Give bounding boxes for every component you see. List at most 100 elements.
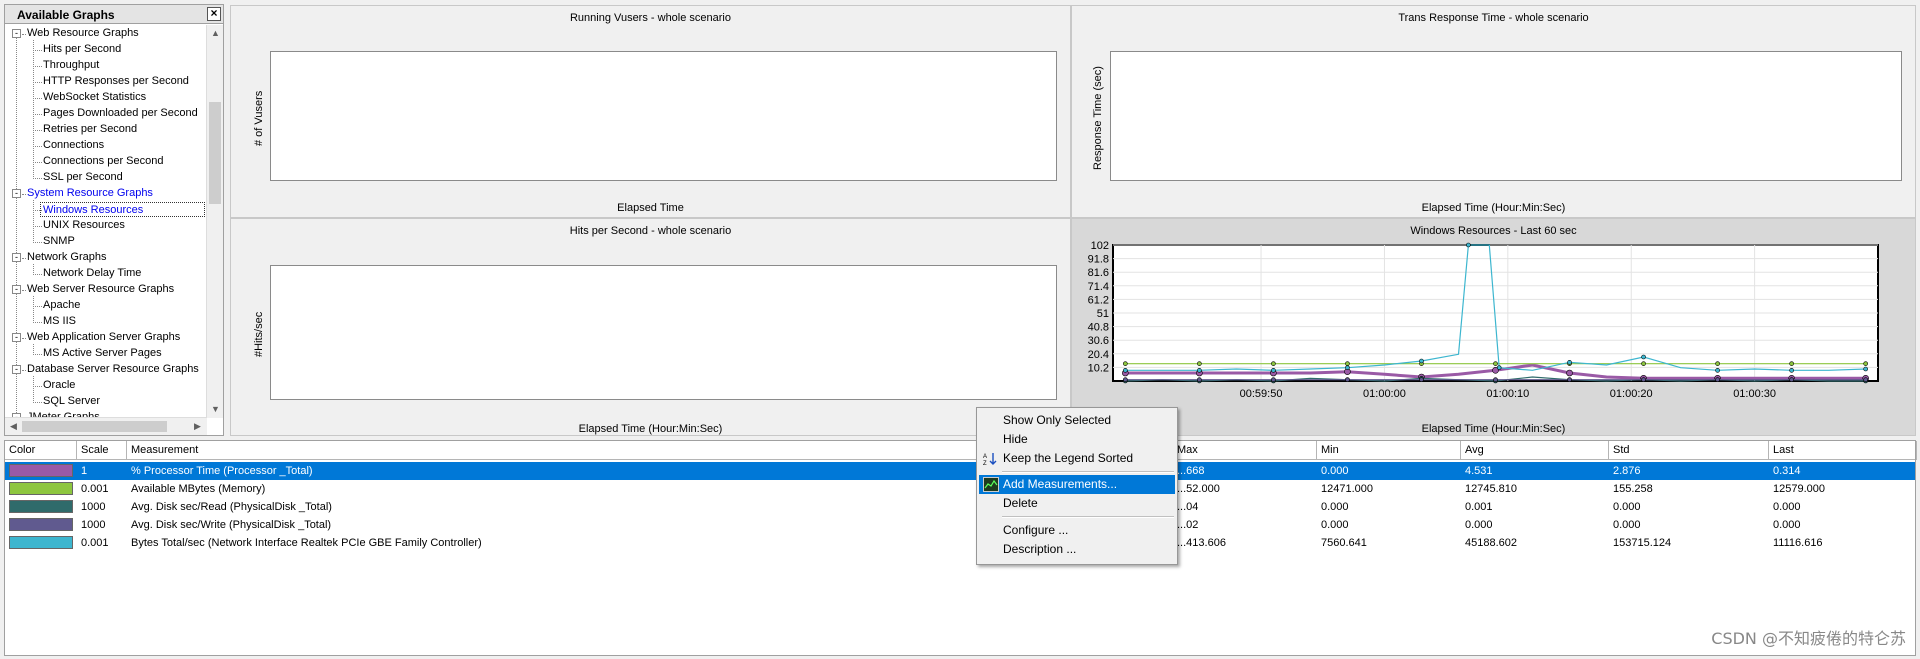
collapse-icon[interactable]: - — [12, 253, 21, 262]
data-point — [1197, 368, 1202, 373]
tree-category[interactable]: Web Application Server Graphs — [27, 330, 180, 345]
graph-title: Hits per Second - whole scenario — [569, 225, 732, 237]
legend-row[interactable]: 1% Processor Time (Processor _Total) ...6… — [5, 462, 1915, 480]
x-tick-label: 01:00:20 — [1610, 388, 1653, 400]
legend-cell-avg: 0.001 — [1465, 501, 1493, 513]
column-header-max[interactable]: Max — [1173, 441, 1317, 460]
color-swatch[interactable] — [9, 482, 73, 495]
tree-connector — [22, 194, 26, 195]
legend-table: Color Scale Measurement Max Min Avg Std Last 1%… — [4, 440, 1917, 656]
tree-item[interactable]: Retries per Second — [43, 122, 137, 137]
tree-item[interactable]: MS IIS — [43, 314, 76, 329]
tree-item[interactable]: Apache — [43, 298, 80, 313]
tree-connector — [33, 146, 42, 147]
tree-item[interactable]: Windows Resources — [40, 202, 205, 217]
legend-cell-min: 12471.000 — [1321, 483, 1373, 495]
close-icon[interactable]: × — [207, 7, 221, 21]
tree-item[interactable]: Oracle — [43, 378, 75, 393]
column-header-scale[interactable]: Scale — [77, 441, 127, 460]
color-swatch[interactable] — [9, 518, 73, 531]
tree-item[interactable]: UNIX Resources — [43, 218, 125, 233]
tree-item[interactable]: SQL Server — [43, 394, 100, 409]
menu-hide[interactable]: Hide — [979, 430, 1175, 449]
data-point — [1493, 377, 1498, 382]
y-tick-label: 71.4 — [1088, 281, 1109, 293]
graph-x-label: Elapsed Time (Hour:Min:Sec) — [1421, 202, 1566, 214]
collapse-icon[interactable]: - — [12, 189, 21, 198]
column-header-color[interactable]: Color — [5, 441, 77, 460]
legend-cell-scale: 0.001 — [81, 483, 109, 495]
y-tick-label: 30.6 — [1088, 335, 1109, 347]
collapse-icon[interactable]: - — [12, 333, 21, 342]
legend-row[interactable]: 0.001 Available MBytes (Memory) ...52.000 1… — [5, 480, 1915, 498]
tree-item[interactable]: SSL per Second — [43, 170, 123, 185]
tree-category[interactable]: Database Server Resource Graphs — [27, 362, 199, 377]
data-point — [1345, 365, 1350, 370]
tree-item[interactable]: HTTP Responses per Second — [43, 74, 189, 89]
tree-category[interactable]: System Resource Graphs — [27, 186, 153, 201]
tree-horizontal-scrollbar[interactable]: ◀ ▶ — [5, 417, 207, 435]
scroll-down-icon[interactable]: ▼ — [207, 401, 224, 418]
tree-connector — [22, 258, 26, 259]
column-header-last[interactable]: Last — [1769, 441, 1917, 460]
menu-keep-legend-sorted[interactable]: A Z Keep the Legend Sorted — [979, 449, 1175, 468]
y-tick-label: 40.8 — [1088, 322, 1109, 334]
scroll-up-icon[interactable]: ▲ — [207, 25, 224, 42]
tree-item[interactable]: MS Active Server Pages — [43, 346, 162, 361]
graph-running-vusers[interactable]: Running Vusers - whole scenario # of Vus… — [230, 5, 1071, 218]
tree-horizontal-scroll-thumb[interactable] — [22, 421, 167, 432]
tree-connector — [33, 242, 42, 243]
column-header-avg[interactable]: Avg — [1461, 441, 1609, 460]
tree-vertical-scroll-thumb[interactable] — [209, 102, 221, 204]
collapse-icon[interactable]: - — [12, 365, 21, 374]
legend-cell-max: ...52.000 — [1177, 483, 1220, 495]
menu-description[interactable]: Description ... — [979, 540, 1175, 559]
tree-connector — [33, 50, 42, 51]
graph-hits-per-second[interactable]: Hits per Second - whole scenario #Hits/s… — [230, 218, 1071, 436]
column-header-min[interactable]: Min — [1317, 441, 1461, 460]
collapse-icon[interactable]: - — [12, 285, 21, 294]
tree-vertical-scrollbar[interactable]: ▲ ▼ — [206, 25, 223, 418]
tree-connector — [22, 338, 26, 339]
tree-item[interactable]: Hits per Second — [43, 42, 121, 57]
legend-cell-scale: 1000 — [81, 519, 106, 531]
menu-show-only-selected[interactable]: Show Only Selected — [979, 411, 1175, 430]
color-swatch[interactable] — [9, 464, 73, 477]
menu-label: Keep the Legend Sorted — [1003, 451, 1134, 465]
tree-category[interactable]: Network Graphs — [27, 250, 106, 265]
menu-delete[interactable]: Delete — [979, 494, 1175, 513]
legend-row[interactable]: 0.001 Bytes Total/sec (Network Interface … — [5, 534, 1915, 552]
graph-y-label: #Hits/sec — [253, 311, 265, 357]
legend-row[interactable]: 1000 Avg. Disk sec/Write (PhysicalDisk _T… — [5, 516, 1915, 534]
x-tick-label: 01:00:10 — [1486, 388, 1529, 400]
data-point — [1419, 358, 1424, 364]
tree-item[interactable]: WebSocket Statistics — [43, 90, 146, 105]
tree-item[interactable]: Pages Downloaded per Second — [43, 106, 198, 121]
color-swatch[interactable] — [9, 500, 73, 513]
scroll-right-icon[interactable]: ▶ — [189, 418, 206, 435]
legend-cell-last: 0.000 — [1773, 501, 1801, 513]
tree-item[interactable]: Connections per Second — [43, 154, 163, 169]
menu-add-measurements[interactable]: Add Measurements... — [979, 475, 1175, 494]
graph-trans-response-time[interactable]: Trans Response Time - whole scenario Res… — [1071, 5, 1916, 218]
tree-item[interactable]: Network Delay Time — [43, 266, 141, 281]
tree-connector — [33, 344, 34, 355]
data-point — [1715, 377, 1720, 382]
scroll-left-icon[interactable]: ◀ — [5, 418, 22, 435]
menu-configure[interactable]: Configure ... — [979, 521, 1175, 540]
column-header-std[interactable]: Std — [1609, 441, 1769, 460]
legend-row[interactable]: 1000 Avg. Disk sec/Read (PhysicalDisk _To… — [5, 498, 1915, 516]
color-swatch[interactable] — [9, 536, 73, 549]
tree-item[interactable]: Throughput — [43, 58, 99, 73]
tree-item[interactable]: Connections — [43, 138, 104, 153]
tree-item[interactable]: SNMP — [43, 234, 75, 249]
graph-windows-resources[interactable]: Windows Resources - Last 60 sec 102 91.8 8… — [1071, 218, 1916, 436]
data-point — [1271, 361, 1276, 366]
tree-category[interactable]: Web Server Resource Graphs — [27, 282, 174, 297]
windows-resources-chart: 102 91.881.6 71.461.2 51 40.830.6 20.410.2 00:… — [1088, 240, 1879, 400]
data-point — [1271, 377, 1276, 382]
collapse-icon[interactable]: - — [12, 29, 21, 38]
data-point — [1789, 368, 1794, 373]
data-point — [1863, 361, 1868, 366]
tree-category[interactable]: Web Resource Graphs — [27, 26, 139, 41]
